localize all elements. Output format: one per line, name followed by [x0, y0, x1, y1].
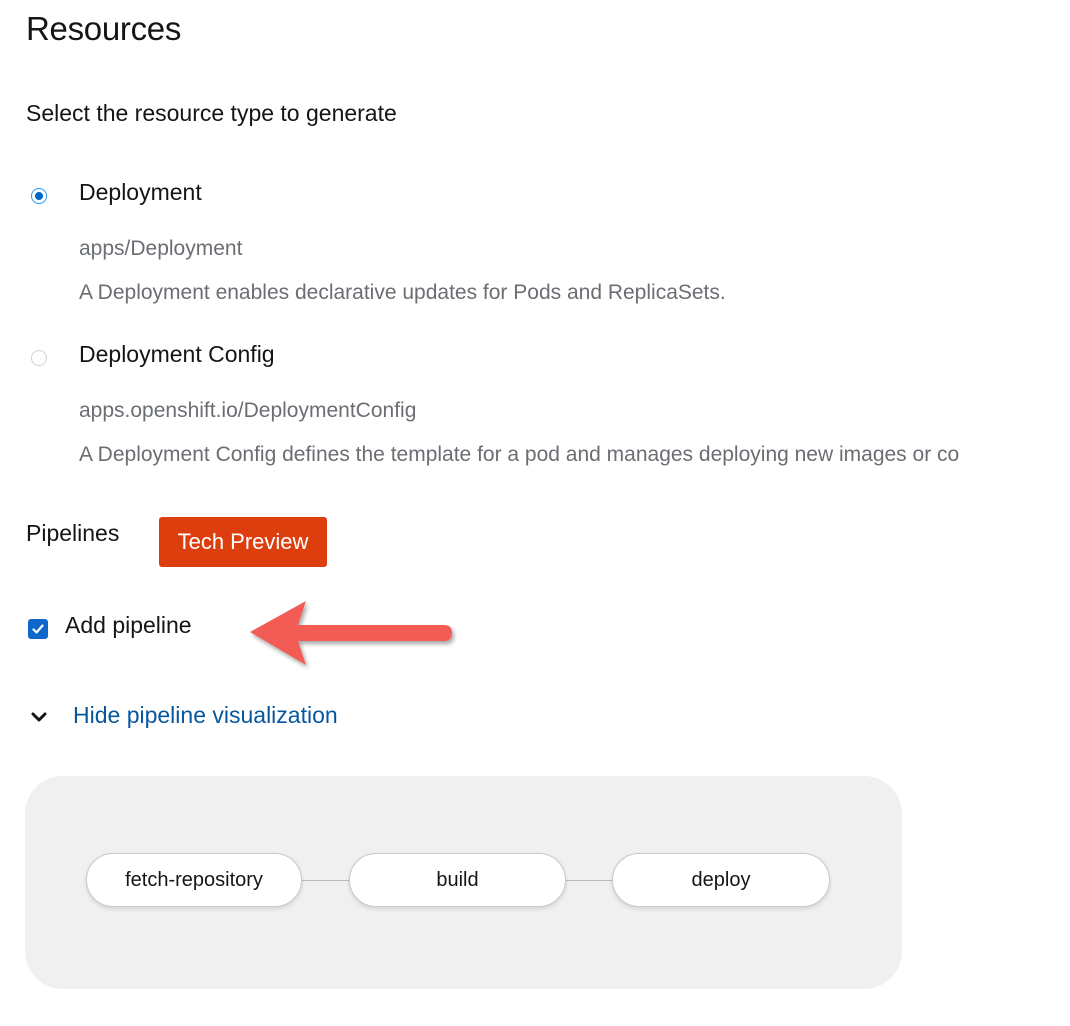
pipelines-heading: Pipelines	[26, 520, 120, 546]
deployment-config-api: apps.openshift.io/DeploymentConfig	[79, 399, 417, 422]
deployment-config-label[interactable]: Deployment Config	[79, 341, 275, 368]
tech-preview-badge: Tech Preview	[159, 517, 327, 567]
deployment-radio[interactable]	[31, 188, 47, 204]
hide-pipeline-visualization-link[interactable]: Hide pipeline visualization	[73, 702, 338, 729]
page-title: Resources	[26, 10, 182, 47]
pipeline-visualization: fetch-repository build deploy	[25, 776, 902, 989]
task-node-deploy[interactable]: deploy	[612, 853, 830, 907]
task-node-fetch-repository[interactable]: fetch-repository	[86, 853, 302, 907]
deployment-label[interactable]: Deployment	[79, 179, 202, 206]
chevron-down-icon[interactable]	[30, 708, 48, 726]
resource-type-prompt: Select the resource type to generate	[26, 100, 397, 126]
deployment-config-radio[interactable]	[31, 350, 47, 366]
task-node-build[interactable]: build	[349, 853, 566, 907]
pipeline-edge	[565, 880, 615, 881]
add-pipeline-label[interactable]: Add pipeline	[65, 612, 192, 639]
add-pipeline-checkbox[interactable]	[28, 619, 48, 639]
deployment-description: A Deployment enables declarative updates…	[79, 281, 726, 304]
deployment-api: apps/Deployment	[79, 237, 243, 260]
arrow-left-icon	[250, 601, 452, 665]
pipeline-edge	[301, 880, 351, 881]
checkmark-icon	[32, 624, 44, 634]
deployment-config-description: A Deployment Config defines the template…	[79, 443, 960, 466]
